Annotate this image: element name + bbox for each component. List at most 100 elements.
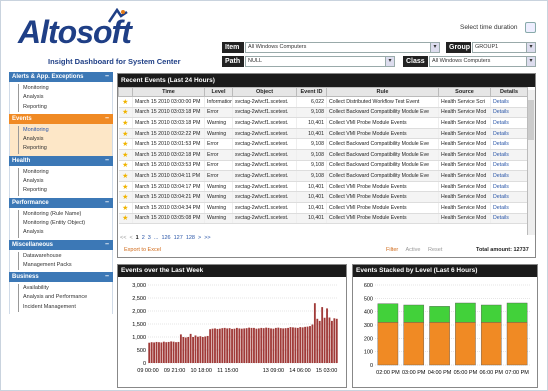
event-count-bar[interactable] xyxy=(150,342,153,363)
sidebar-item-datawarehouse[interactable]: Datawarehouse xyxy=(18,251,112,261)
star-icon[interactable]: ★ xyxy=(118,191,133,203)
table-row[interactable]: ★ March 15 2010 03:04:17 PM Warning svctag-… xyxy=(118,181,528,193)
event-count-bar[interactable] xyxy=(182,337,185,363)
chevron-down-icon[interactable]: ▾ xyxy=(526,43,535,52)
stacked-bar-segment[interactable] xyxy=(429,306,450,323)
sidebar-item-health-monitoring[interactable]: Monitoring xyxy=(18,167,112,178)
page-link[interactable]: 128 xyxy=(186,235,195,241)
details-link[interactable]: Details xyxy=(490,160,528,172)
event-count-bar[interactable] xyxy=(233,328,236,363)
event-count-bar[interactable] xyxy=(267,327,270,363)
table-row[interactable]: ★ March 15 2010 03:03:18 PM Warning svctag-… xyxy=(118,117,528,129)
path-filter-select[interactable]: NULL ▾ xyxy=(245,56,395,67)
star-icon[interactable]: ★ xyxy=(118,96,133,108)
event-count-bar[interactable] xyxy=(218,328,221,363)
event-count-bar[interactable] xyxy=(333,318,336,363)
calendar-icon[interactable] xyxy=(525,22,536,33)
sidebar-section-performance[interactable]: Performance – xyxy=(9,197,113,208)
table-row[interactable]: ★ March 15 2010 03:02:18 PM Error svctag-2w… xyxy=(118,149,528,161)
details-link[interactable]: Details xyxy=(490,213,528,225)
stacked-bar-segment[interactable] xyxy=(480,304,502,323)
sidebar-item-analysis-performance[interactable]: Analysis and Performance xyxy=(18,293,112,303)
event-count-bar[interactable] xyxy=(211,328,214,363)
event-count-bar[interactable] xyxy=(306,326,309,363)
sidebar-section-business[interactable]: Business – xyxy=(9,272,113,283)
column-header[interactable]: Level xyxy=(204,87,233,97)
event-count-bar[interactable] xyxy=(326,308,328,363)
sidebar-item-alerts-reporting[interactable]: Reporting xyxy=(18,102,112,112)
event-count-bar[interactable] xyxy=(289,327,292,363)
details-link[interactable]: Details xyxy=(490,191,528,203)
event-count-bar[interactable] xyxy=(323,317,326,363)
star-icon[interactable]: ★ xyxy=(118,160,133,172)
collapse-icon[interactable]: – xyxy=(105,156,109,166)
table-scrollbar-thumb[interactable] xyxy=(528,100,534,140)
star-icon[interactable]: ★ xyxy=(118,107,133,119)
event-count-bar[interactable] xyxy=(194,335,197,363)
stacked-bar-segment[interactable] xyxy=(506,302,528,323)
sidebar-section-events[interactable]: Events – xyxy=(9,113,113,124)
sidebar-item-availability[interactable]: Availability xyxy=(18,284,112,294)
table-row[interactable]: ★ March 15 2010 03:00:00 PM Information svc… xyxy=(118,96,528,108)
event-count-bar[interactable] xyxy=(221,328,224,363)
event-count-bar[interactable] xyxy=(167,341,170,363)
time-duration-link[interactable]: Select time duration xyxy=(460,24,517,31)
star-icon[interactable]: ★ xyxy=(118,149,133,161)
column-header[interactable]: Time xyxy=(132,87,205,97)
star-icon[interactable]: ★ xyxy=(118,202,133,214)
event-count-bar[interactable] xyxy=(248,327,251,363)
event-count-bar[interactable] xyxy=(277,327,280,363)
page-link[interactable]: > xyxy=(198,235,201,241)
event-count-bar[interactable] xyxy=(313,303,316,363)
event-count-bar[interactable] xyxy=(238,328,241,363)
filter-link[interactable]: Filter xyxy=(386,247,398,253)
sidebar-item-management-packs[interactable]: Management Packs xyxy=(18,260,112,271)
event-count-bar[interactable] xyxy=(309,326,311,363)
collapse-icon[interactable]: – xyxy=(105,72,109,82)
star-icon[interactable]: ★ xyxy=(118,181,133,193)
event-count-bar[interactable] xyxy=(160,342,163,363)
page-link[interactable]: 127 xyxy=(174,235,183,241)
event-count-bar[interactable] xyxy=(197,336,199,363)
event-count-bar[interactable] xyxy=(292,327,294,363)
export-to-excel-link[interactable]: Export to Excel xyxy=(124,247,161,253)
details-link[interactable]: Details xyxy=(490,117,528,129)
table-row[interactable]: ★ March 15 2010 03:05:08 PM Warning svctag-… xyxy=(118,213,528,225)
details-link[interactable]: Details xyxy=(490,128,528,140)
event-count-bar[interactable] xyxy=(201,337,204,363)
event-count-bar[interactable] xyxy=(206,335,209,363)
sidebar-item-events-monitoring[interactable]: Monitoring xyxy=(18,125,112,136)
event-count-bar[interactable] xyxy=(184,337,187,363)
star-icon[interactable]: ★ xyxy=(118,117,133,129)
collapse-icon[interactable]: – xyxy=(105,272,109,282)
event-count-bar[interactable] xyxy=(282,328,285,363)
event-count-bar[interactable] xyxy=(335,318,338,363)
event-count-bar[interactable] xyxy=(235,327,238,363)
event-count-bar[interactable] xyxy=(328,317,331,364)
table-row[interactable]: ★ March 15 2010 03:03:18 PM Error svctag-2w… xyxy=(118,107,528,119)
event-count-bar[interactable] xyxy=(301,327,304,363)
class-filter-select[interactable]: All Windows Computers ▾ xyxy=(429,56,536,67)
event-count-bar[interactable] xyxy=(214,328,216,363)
event-count-bar[interactable] xyxy=(250,327,253,363)
sidebar-item-perf-analysis[interactable]: Analysis xyxy=(18,228,112,238)
column-header[interactable]: Event ID xyxy=(296,87,327,97)
sidebar-item-alerts-monitoring[interactable]: Monitoring xyxy=(18,84,112,94)
event-count-bar[interactable] xyxy=(172,341,175,363)
stacked-bar-segment[interactable] xyxy=(455,322,476,366)
collapse-icon[interactable]: – xyxy=(105,240,109,250)
details-link[interactable]: Details xyxy=(490,149,528,161)
table-row[interactable]: ★ March 15 2010 03:01:53 PM Error svctag-2w… xyxy=(118,138,528,150)
collapse-icon[interactable]: – xyxy=(105,198,109,208)
event-count-bar[interactable] xyxy=(179,334,182,363)
sidebar-section-misc[interactable]: Miscellaneous – xyxy=(9,239,113,250)
event-count-bar[interactable] xyxy=(260,327,263,363)
event-count-bar[interactable] xyxy=(177,341,180,363)
event-count-bar[interactable] xyxy=(304,326,307,363)
event-count-bar[interactable] xyxy=(240,328,243,363)
sidebar-section-alerts[interactable]: Alerts & App. Exceptions – xyxy=(9,72,113,82)
sidebar-item-health-analysis[interactable]: Analysis xyxy=(18,177,112,187)
stacked-bar-segment[interactable] xyxy=(455,302,476,323)
star-icon[interactable]: ★ xyxy=(118,128,133,140)
event-count-bar[interactable] xyxy=(153,342,156,363)
